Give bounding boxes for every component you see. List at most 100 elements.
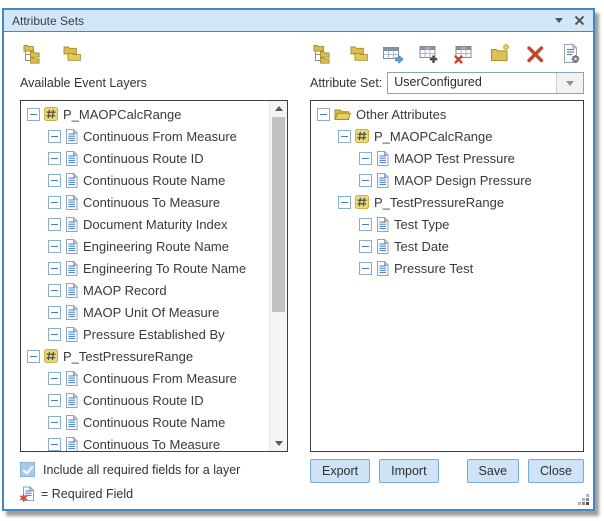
import-button[interactable]: Import bbox=[379, 459, 438, 483]
include-required-checkbox[interactable] bbox=[20, 462, 35, 477]
delete-x-icon bbox=[524, 43, 547, 65]
collapse-toggle-icon[interactable] bbox=[359, 218, 372, 231]
collapse-toggle-icon[interactable] bbox=[338, 130, 351, 143]
triangle-down-icon bbox=[275, 441, 283, 446]
save-button[interactable]: Save bbox=[467, 459, 520, 483]
tree-item[interactable]: Test Type bbox=[311, 213, 583, 235]
new-attribute-set-button[interactable] bbox=[488, 41, 513, 67]
export-table-button[interactable] bbox=[381, 41, 406, 67]
collapse-toggle-icon[interactable] bbox=[338, 196, 351, 209]
document-settings-icon bbox=[560, 43, 583, 65]
tree-item[interactable]: Document Maturity Index bbox=[21, 213, 270, 235]
expand-event-layers-button[interactable] bbox=[20, 41, 45, 67]
chevron-down-icon[interactable] bbox=[555, 18, 563, 23]
available-layers-panel: P_MAOPCalcRange Continuous From Measure Co… bbox=[20, 100, 288, 452]
tree-item-label: Pressure Test bbox=[394, 261, 473, 276]
left-toolbar bbox=[20, 40, 288, 68]
tree-item[interactable]: Continuous Route Name bbox=[21, 169, 270, 191]
tree-item-label: Continuous Route Name bbox=[83, 415, 225, 430]
tree-item[interactable]: P_TestPressureRange bbox=[311, 191, 583, 213]
tree-item[interactable]: Pressure Established By bbox=[21, 323, 270, 345]
collapse-toggle-icon[interactable] bbox=[48, 262, 61, 275]
delete-attribute-set-button[interactable] bbox=[523, 41, 548, 67]
collapse-toggle-icon[interactable] bbox=[48, 394, 61, 407]
tree-item[interactable]: Continuous From Measure bbox=[21, 125, 270, 147]
collapse-toggle-icon[interactable] bbox=[359, 174, 372, 187]
export-button[interactable]: Export bbox=[310, 459, 370, 483]
close-button[interactable]: Close bbox=[528, 459, 584, 483]
resize-grip[interactable] bbox=[577, 493, 590, 506]
scroll-up-button[interactable] bbox=[270, 101, 287, 116]
collapse-toggle-icon[interactable] bbox=[48, 372, 61, 385]
expand-attribute-set-button[interactable] bbox=[310, 41, 335, 67]
collapse-toggle-icon[interactable] bbox=[359, 262, 372, 275]
tree-item-label: Engineering Route Name bbox=[83, 239, 229, 254]
tree-item[interactable]: P_MAOPCalcRange bbox=[311, 125, 583, 147]
tree-item[interactable]: Continuous To Measure bbox=[21, 191, 270, 213]
tree-item[interactable]: Continuous To Measure bbox=[21, 433, 270, 452]
tree-item-label: Continuous To Measure bbox=[83, 195, 220, 210]
triangle-up-icon bbox=[275, 106, 283, 111]
collapse-attribute-set-button[interactable] bbox=[346, 41, 371, 67]
event-layer-icon bbox=[355, 195, 369, 209]
tree-item[interactable]: Continuous Route Name bbox=[21, 411, 270, 433]
tree-item[interactable]: Engineering To Route Name bbox=[21, 257, 270, 279]
titlebar[interactable]: Attribute Sets bbox=[4, 10, 593, 32]
tree-item[interactable]: Engineering Route Name bbox=[21, 235, 270, 257]
collapse-toggle-icon[interactable] bbox=[48, 218, 61, 231]
field-icon bbox=[65, 173, 78, 188]
attribute-set-properties-button[interactable] bbox=[559, 41, 584, 67]
collapse-toggle-icon[interactable] bbox=[48, 328, 61, 341]
collapse-toggle-icon[interactable] bbox=[27, 108, 40, 121]
scrollbar-thumb[interactable] bbox=[272, 117, 285, 312]
tree-item-label: Continuous From Measure bbox=[83, 371, 237, 386]
add-table-button[interactable] bbox=[417, 41, 442, 67]
field-icon bbox=[65, 129, 78, 144]
tree-item-label: MAOP Unit Of Measure bbox=[83, 305, 219, 320]
attribute-set-label: Attribute Set: bbox=[310, 76, 382, 90]
tree-item[interactable]: Continuous From Measure bbox=[21, 367, 270, 389]
close-icon[interactable] bbox=[574, 15, 585, 26]
tree-item[interactable]: MAOP Unit Of Measure bbox=[21, 301, 270, 323]
tree-item[interactable]: Test Date bbox=[311, 235, 583, 257]
scrollbar[interactable] bbox=[269, 101, 287, 451]
remove-table-button[interactable] bbox=[452, 41, 477, 67]
tree-item[interactable]: Continuous Route ID bbox=[21, 389, 270, 411]
collapse-toggle-icon[interactable] bbox=[48, 174, 61, 187]
field-icon bbox=[65, 327, 78, 342]
collapse-toggle-icon[interactable] bbox=[48, 240, 61, 253]
collapse-toggle-icon[interactable] bbox=[48, 284, 61, 297]
scroll-down-button[interactable] bbox=[270, 436, 287, 451]
collapse-toggle-icon[interactable] bbox=[359, 152, 372, 165]
field-icon bbox=[65, 305, 78, 320]
tree-item-label: Engineering To Route Name bbox=[83, 261, 246, 276]
attribute-set-select[interactable]: UserConfigured bbox=[387, 72, 584, 94]
tree-item-label: Continuous From Measure bbox=[83, 129, 237, 144]
collapse-toggle-icon[interactable] bbox=[48, 416, 61, 429]
tree-item-label: Test Date bbox=[394, 239, 449, 254]
collapse-toggle-icon[interactable] bbox=[317, 108, 330, 121]
collapse-event-layers-button[interactable] bbox=[59, 41, 84, 67]
tree-item[interactable]: MAOP Record bbox=[21, 279, 270, 301]
dropdown-button[interactable] bbox=[556, 73, 583, 93]
tree-item[interactable]: P_TestPressureRange bbox=[21, 345, 270, 367]
collapse-toggle-icon[interactable] bbox=[27, 350, 40, 363]
tree-item[interactable]: Other Attributes bbox=[311, 103, 583, 125]
collapse-toggle-icon[interactable] bbox=[48, 196, 61, 209]
collapse-toggle-icon[interactable] bbox=[48, 306, 61, 319]
collapse-toggle-icon[interactable] bbox=[48, 130, 61, 143]
tree-item[interactable]: MAOP Design Pressure bbox=[311, 169, 583, 191]
field-icon bbox=[65, 371, 78, 386]
tree-item[interactable]: P_MAOPCalcRange bbox=[21, 103, 270, 125]
toolbar-row bbox=[20, 40, 582, 68]
attribute-sets-dialog: Attribute Sets Available Event Layers At… bbox=[2, 8, 595, 511]
chevron-down-icon bbox=[566, 81, 574, 86]
collapse-toggle-icon[interactable] bbox=[48, 152, 61, 165]
tree-item[interactable]: Pressure Test bbox=[311, 257, 583, 279]
collapse-toggle-icon[interactable] bbox=[48, 438, 61, 451]
collapse-toggle-icon[interactable] bbox=[359, 240, 372, 253]
tree-item[interactable]: Continuous Route ID bbox=[21, 147, 270, 169]
tree-item[interactable]: MAOP Test Pressure bbox=[311, 147, 583, 169]
tree-item-label: Pressure Established By bbox=[83, 327, 225, 342]
tree-item-label: MAOP Design Pressure bbox=[394, 173, 532, 188]
